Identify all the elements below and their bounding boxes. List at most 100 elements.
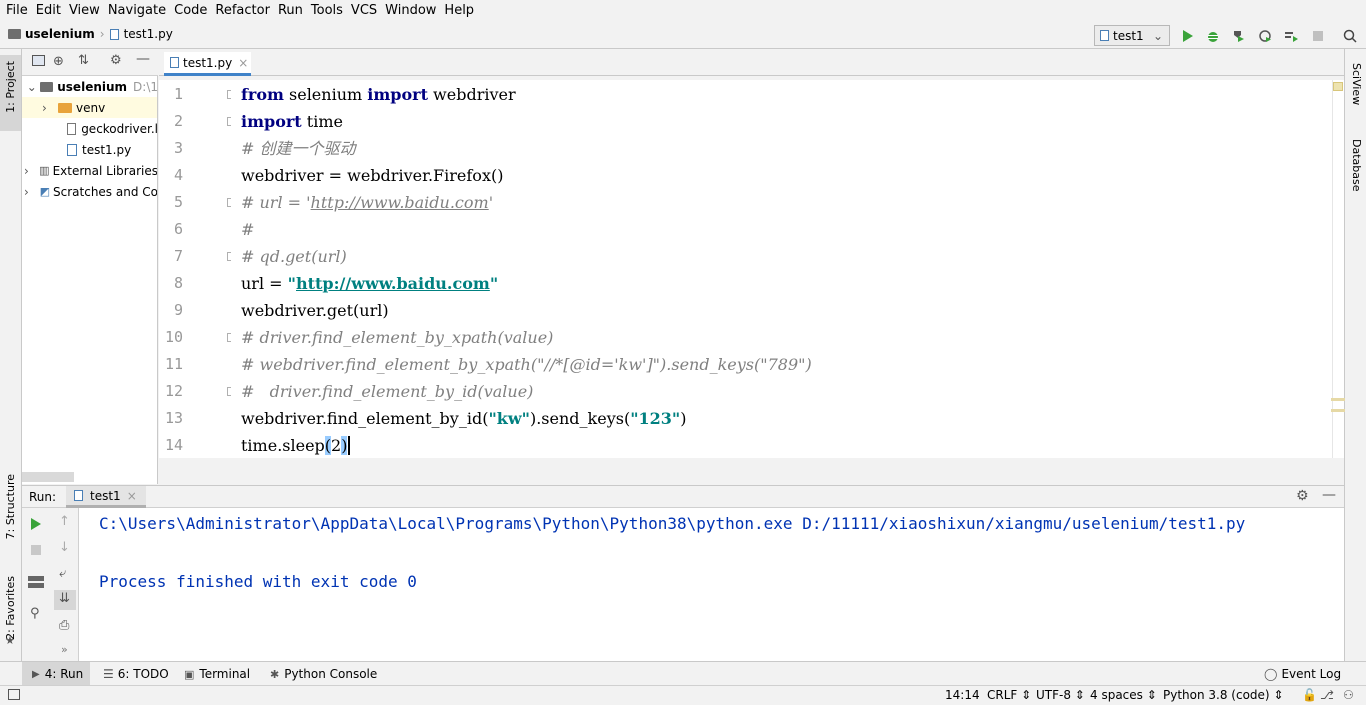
left-tool-strip: 1: Project 7: Structure 2: Favorites ★: [0, 49, 22, 661]
breadcrumb-file[interactable]: test1.py: [124, 27, 173, 41]
tool-tab-label: 4: Run: [44, 667, 84, 681]
run-console[interactable]: C:\Users\Administrator\AppData\Local\Pro…: [78, 508, 1344, 661]
breadcrumb: uselenium › test1.py: [8, 27, 173, 41]
menu-vcs[interactable]: VCS: [347, 0, 381, 22]
debug-icon[interactable]: [1204, 27, 1222, 45]
search-icon[interactable]: [1341, 27, 1359, 45]
scroll-marker: [1331, 398, 1345, 401]
terminal-icon: ▣: [184, 667, 195, 681]
git-icon[interactable]: ⎇: [1320, 688, 1334, 702]
code-line: import time: [241, 112, 343, 131]
sciview-tool-tab[interactable]: SciView: [1350, 63, 1363, 105]
run-icon[interactable]: [1179, 27, 1197, 45]
tool-tab-run[interactable]: ▶ 4: Run: [22, 662, 90, 686]
caret-position[interactable]: 14:14: [945, 688, 980, 702]
print-icon[interactable]: ⎙: [59, 618, 69, 633]
collapse-all-icon[interactable]: ⇅: [78, 53, 89, 68]
scroll-to-end-icon[interactable]: ⇊: [59, 591, 70, 606]
run-tab-test1[interactable]: test1 ×: [66, 486, 146, 508]
tool-tab-todo[interactable]: ☰ 6: TODO: [103, 662, 169, 686]
menu-view[interactable]: View: [65, 0, 104, 22]
line-number: 3: [173, 139, 183, 157]
soft-wrap-icon[interactable]: ⤶: [59, 566, 66, 581]
pin-icon[interactable]: ⚲: [30, 606, 40, 621]
coverage-icon[interactable]: [1229, 27, 1247, 45]
tree-item-label: External Libraries: [52, 163, 158, 178]
line-number: 12: [164, 382, 183, 400]
run-configuration-select[interactable]: test1 ⌄: [1094, 25, 1170, 46]
more-icon[interactable]: »: [61, 643, 68, 656]
minimize-icon[interactable]: —: [1322, 487, 1336, 503]
layout-icon[interactable]: [28, 576, 44, 588]
tree-item-external-libraries[interactable]: › ▥ External Libraries: [22, 160, 158, 181]
tree-item-label: test1.py: [82, 142, 132, 157]
menu-edit[interactable]: Edit: [32, 0, 65, 22]
code-editor[interactable]: from selenium import webdriver import ti…: [231, 80, 1332, 458]
project-view-icon[interactable]: [32, 55, 45, 66]
line-number: 2: [173, 112, 183, 130]
structure-tool-tab[interactable]: 7: Structure: [4, 474, 17, 539]
breadcrumb-project[interactable]: uselenium: [25, 27, 95, 41]
menu-run[interactable]: Run: [274, 0, 307, 22]
tree-item-scratches[interactable]: › ◩ Scratches and Co: [22, 181, 157, 202]
gear-icon[interactable]: ⚙: [1296, 488, 1309, 504]
menu-refactor[interactable]: Refactor: [211, 0, 274, 22]
concurrency-icon[interactable]: [1282, 27, 1300, 45]
run-toolbar: ↑ ↓ ⤶ ⇊ ⚲ ⎙ »: [22, 508, 78, 661]
horizontal-scrollbar[interactable]: [22, 472, 74, 482]
tool-tab-python-console[interactable]: ✱ Python Console: [270, 662, 377, 686]
code-line: webdriver = webdriver.Firefox(): [241, 166, 504, 185]
gear-icon[interactable]: ⚙: [110, 53, 122, 68]
menu-file[interactable]: File: [2, 0, 32, 22]
database-tool-tab[interactable]: Database: [1350, 139, 1363, 192]
minimize-icon[interactable]: —: [136, 51, 150, 67]
menu-code[interactable]: Code: [170, 0, 211, 22]
code-line: # driver.find_element_by_id(value): [241, 382, 534, 401]
arrow-up-icon[interactable]: ↑: [59, 514, 70, 529]
memory-indicator-icon[interactable]: ⚇: [1343, 688, 1354, 702]
line-number: 6: [173, 220, 183, 238]
stop-icon[interactable]: [1309, 27, 1327, 45]
python-interpreter[interactable]: Python 3.8 (code) ⇕: [1163, 688, 1284, 702]
line-separator[interactable]: CRLF ⇕: [987, 688, 1031, 702]
console-line: C:\Users\Administrator\AppData\Local\Pro…: [99, 514, 1246, 533]
code-line: webdriver.find_element_by_id("kw").send_…: [241, 409, 687, 428]
project-tool-tab[interactable]: 1: Project: [4, 61, 17, 113]
menu-window[interactable]: Window: [381, 0, 440, 22]
file-encoding[interactable]: UTF-8 ⇕: [1036, 688, 1085, 702]
tree-item-venv[interactable]: › venv: [22, 97, 157, 118]
editor-tab-test1[interactable]: test1.py ×: [164, 52, 251, 76]
tool-tab-terminal[interactable]: ▣ Terminal: [184, 662, 250, 686]
stop-icon[interactable]: [31, 545, 41, 555]
tool-tab-event-log[interactable]: ◯ Event Log: [1264, 662, 1341, 686]
menu-help[interactable]: Help: [440, 0, 478, 22]
tree-root-label: uselenium: [57, 79, 128, 94]
editor-scrollbar[interactable]: [1331, 80, 1345, 458]
close-icon[interactable]: ×: [238, 56, 248, 70]
tree-item-test1[interactable]: test1.py: [22, 139, 157, 160]
arrow-down-icon[interactable]: ↓: [59, 540, 70, 555]
menu-bar: File Edit View Navigate Code Refactor Ru…: [0, 0, 1366, 22]
tree-item-label: geckodriver.l: [81, 121, 158, 136]
profile-icon[interactable]: [1256, 27, 1274, 45]
rerun-icon[interactable]: [30, 517, 42, 534]
close-icon[interactable]: ×: [127, 489, 137, 503]
tree-root[interactable]: ⌄ uselenium D:\1: [22, 76, 157, 97]
locate-icon[interactable]: ⊕: [53, 54, 64, 69]
favorites-tool-tab[interactable]: 2: Favorites: [4, 576, 17, 640]
indent-setting[interactable]: 4 spaces ⇕: [1090, 688, 1157, 702]
lock-icon[interactable]: 🔓: [1302, 688, 1317, 702]
tool-windows-toggle-icon[interactable]: [8, 689, 20, 700]
menu-navigate[interactable]: Navigate: [104, 0, 170, 22]
menu-tools[interactable]: Tools: [307, 0, 347, 22]
run-icon: ▶: [32, 668, 40, 680]
line-number: 13: [164, 409, 183, 427]
library-icon: ▥: [39, 164, 50, 177]
tool-tab-label: Python Console: [284, 667, 378, 681]
line-number: 10: [164, 328, 183, 346]
chevron-down-icon: ⌄: [26, 79, 37, 94]
project-panel-header: ⊕ ⇅ ⚙ —: [22, 49, 158, 76]
code-line: from selenium import webdriver: [241, 85, 516, 104]
tree-item-geckodriver[interactable]: geckodriver.l: [22, 118, 158, 139]
event-log-icon: ◯: [1264, 667, 1278, 681]
